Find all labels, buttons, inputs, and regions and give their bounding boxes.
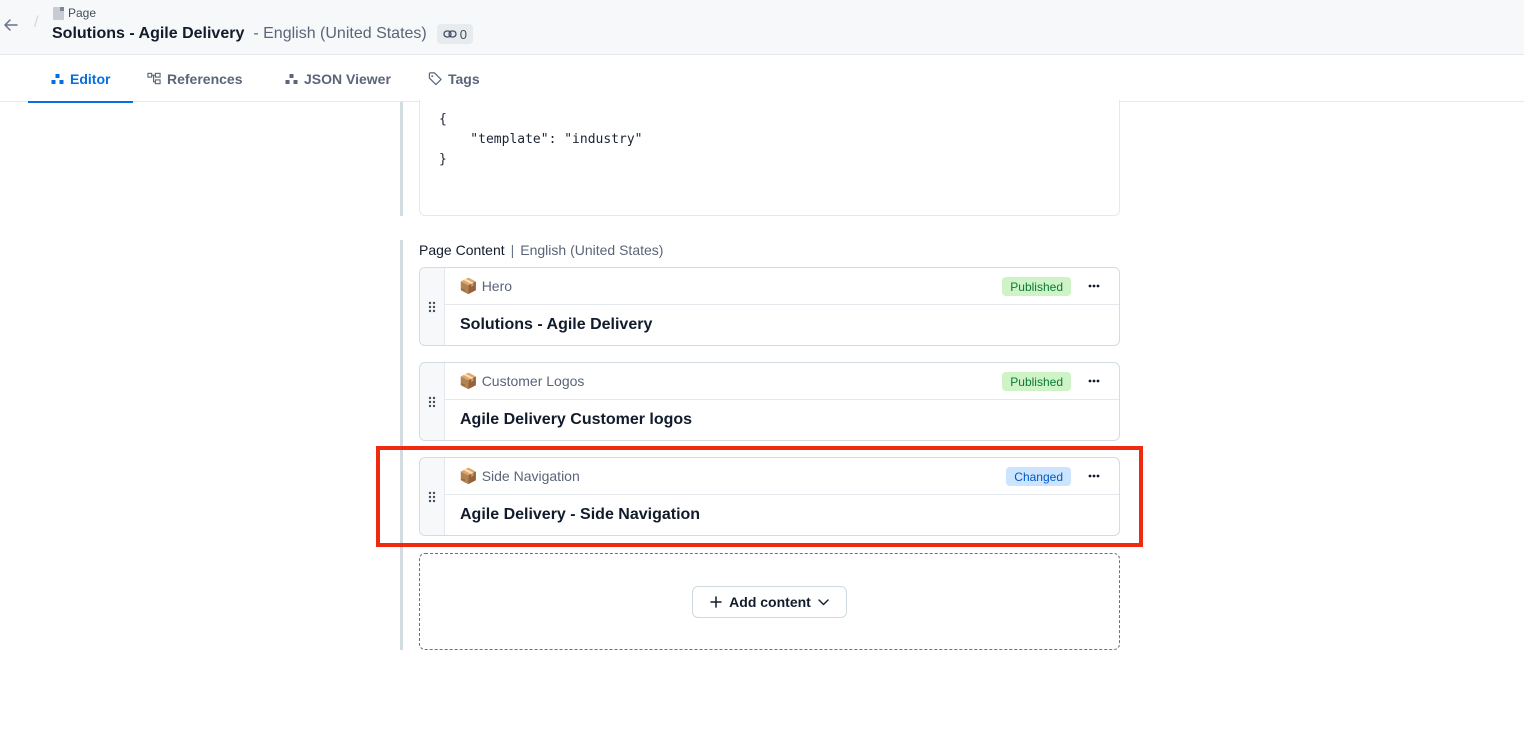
json-viewer-icon xyxy=(284,72,298,86)
entry-title: Solutions - Agile Delivery xyxy=(52,25,245,42)
content-type-icon: 📦 xyxy=(459,278,478,295)
add-content-zone: Add content xyxy=(419,553,1120,650)
content-type-icon: 📦 xyxy=(459,373,478,390)
more-actions-button[interactable] xyxy=(1085,371,1103,391)
more-icon xyxy=(1088,284,1100,288)
tab-label: Tags xyxy=(448,70,480,87)
references-icon xyxy=(147,72,161,86)
content-type-icon: 📦 xyxy=(459,468,478,485)
drag-handle[interactable] xyxy=(420,363,445,440)
content-type-name: Hero xyxy=(481,278,513,294)
editor-icon xyxy=(50,72,64,86)
field-rail xyxy=(400,102,403,216)
reference-card[interactable]: 📦 Customer Logos Published Agile Deliver… xyxy=(419,362,1120,441)
entry-title-link[interactable]: Solutions - Agile Delivery xyxy=(460,316,652,334)
divider: / xyxy=(34,14,39,31)
more-actions-button[interactable] xyxy=(1085,466,1103,486)
field-locale: English (United States) xyxy=(520,242,664,258)
field-rail xyxy=(400,240,403,650)
plus-icon xyxy=(710,596,722,608)
tag-icon xyxy=(428,72,442,86)
arrow-left-icon xyxy=(4,19,18,31)
chevron-down-icon xyxy=(818,598,829,605)
tab-label: References xyxy=(167,70,243,87)
more-actions-button[interactable] xyxy=(1085,276,1103,296)
references-badge[interactable]: 0 xyxy=(436,24,473,44)
reference-card[interactable]: 📦 Side Navigation Changed Agile Delivery… xyxy=(419,457,1120,536)
entry-title-link[interactable]: Agile Delivery Customer logos xyxy=(460,411,692,429)
entity-type-label: Page xyxy=(68,6,97,20)
tab-json-viewer[interactable]: JSON Viewer xyxy=(284,55,391,102)
tab-references[interactable]: References xyxy=(147,55,243,102)
status-badge: Published xyxy=(1002,372,1071,391)
json-field-value[interactable]: { "template": "industry" } xyxy=(439,110,643,170)
entry-header: / Page Solutions - Agile Delivery - Engl… xyxy=(0,0,1524,55)
field-separator: | xyxy=(510,242,515,258)
content-type-name: Customer Logos xyxy=(481,373,585,389)
add-content-label: Add content xyxy=(729,594,811,610)
tab-label: JSON Viewer xyxy=(304,70,391,87)
add-content-button[interactable]: Add content xyxy=(692,586,847,618)
drag-handle-icon xyxy=(428,396,436,407)
drag-handle[interactable] xyxy=(420,458,445,535)
references-count: 0 xyxy=(459,26,467,42)
status-badge: Changed xyxy=(1006,467,1071,486)
page-content-label: Page Content | English (United States) xyxy=(419,242,663,258)
more-icon xyxy=(1088,379,1100,383)
entity-type: Page xyxy=(53,6,96,20)
content-type-name: Side Navigation xyxy=(481,468,580,484)
link-icon xyxy=(443,30,457,38)
json-field-editor[interactable]: { "template": "industry" } xyxy=(419,100,1120,216)
tab-bar: Editor References JSON Viewer Tags xyxy=(0,55,1524,103)
tab-tags[interactable]: Tags xyxy=(428,55,480,102)
drag-handle-icon xyxy=(428,301,436,312)
reference-card[interactable]: 📦 Hero Published Solutions - Agile Deliv… xyxy=(419,267,1120,346)
drag-handle[interactable] xyxy=(420,268,445,345)
more-icon xyxy=(1088,474,1100,478)
entry-title-link[interactable]: Agile Delivery - Side Navigation xyxy=(460,506,700,524)
status-badge: Published xyxy=(1002,277,1071,296)
tab-label: Editor xyxy=(70,70,111,87)
page-icon xyxy=(53,6,64,20)
tab-editor[interactable]: Editor xyxy=(27,55,135,103)
field-name: Page Content xyxy=(419,242,505,258)
back-button[interactable] xyxy=(2,15,20,35)
drag-handle-icon xyxy=(428,491,436,502)
entry-locale: - English (United States) xyxy=(253,25,427,42)
